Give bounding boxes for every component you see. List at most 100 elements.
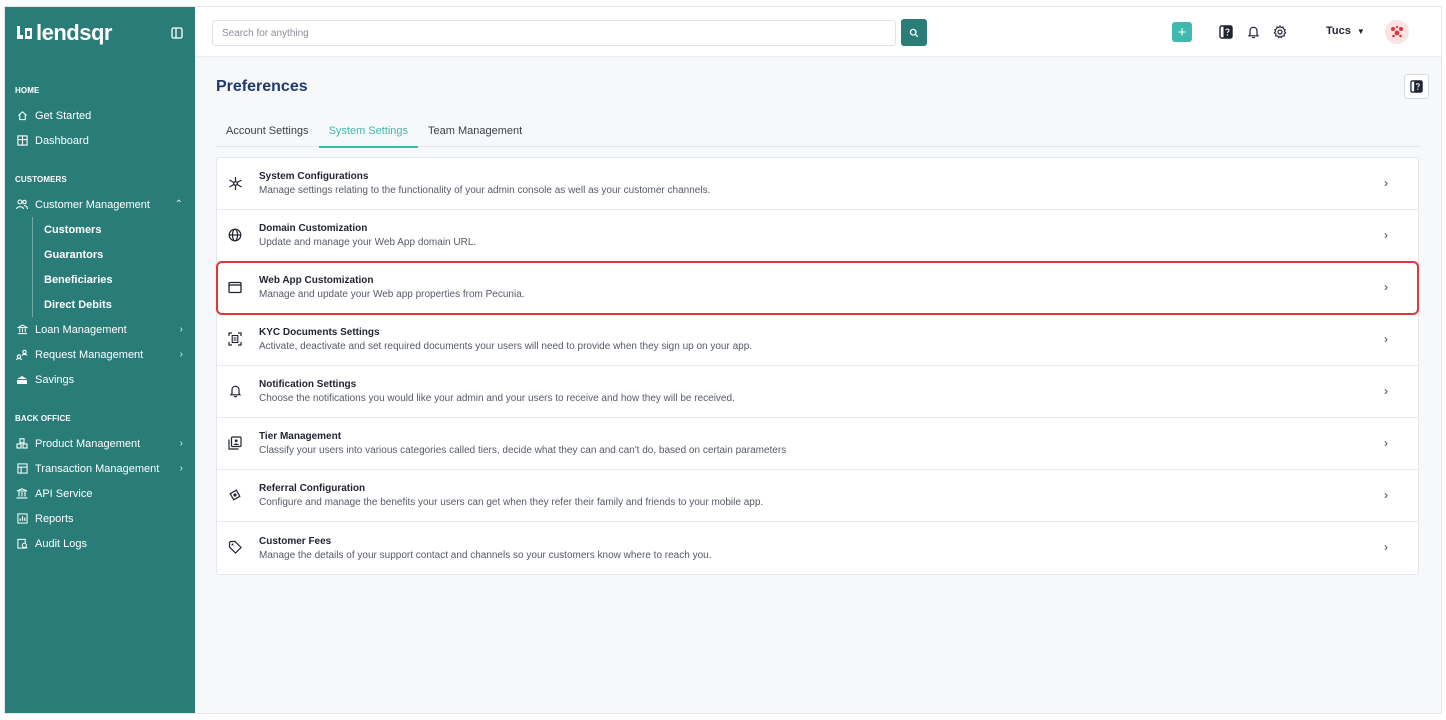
row-description: Configure and manage the benefits your u… (259, 497, 764, 508)
sidebar-subitem-direct-debits[interactable]: Direct Debits (5, 292, 195, 317)
chevron-right-icon: › (1384, 332, 1388, 346)
sidebar-subitem-beneficiaries[interactable]: Beneficiaries (5, 267, 195, 292)
sidebar-item-product-management[interactable]: Product Management › (5, 431, 195, 456)
savings-icon (15, 373, 29, 387)
sidebar-item-label: Savings (35, 373, 75, 386)
add-button[interactable]: + (1172, 22, 1192, 42)
settings-button[interactable] (1270, 22, 1290, 42)
sidebar-item-label: Request Management (35, 348, 144, 361)
section-label-back-office: BACK OFFICE (15, 414, 71, 423)
home-icon (15, 109, 29, 123)
section-label-customers: CUSTOMERS (15, 175, 67, 184)
page-help-button[interactable] (1404, 74, 1429, 99)
row-title: KYC Documents Settings (259, 327, 380, 338)
settings-row-tier-management[interactable]: Tier Management Classify your users into… (217, 418, 1418, 470)
page-title: Preferences (216, 78, 308, 95)
main-content: Preferences Account Settings System Sett… (195, 57, 1441, 713)
sidebar: lendsqr HOME Get Started Dashboard CUSTO… (5, 7, 195, 713)
row-text: Tier Management Classify your users into… (259, 431, 786, 456)
chevron-right-icon: › (1384, 540, 1388, 554)
row-description: Choose the notifications you would like … (259, 393, 735, 404)
user-name: Tucs (1326, 25, 1351, 37)
gear-icon (1273, 25, 1287, 39)
row-text: Customer Fees Manage the details of your… (259, 536, 711, 561)
chevron-right-icon: › (1384, 228, 1388, 242)
document-scan-icon (227, 331, 243, 347)
sidebar-item-label: Transaction Management (35, 462, 160, 475)
tab-account-settings[interactable]: Account Settings (216, 125, 319, 147)
sidebar-item-label: Reports (35, 512, 74, 525)
sidebar-item-label: Audit Logs (35, 537, 87, 550)
tab-system-settings[interactable]: System Settings (318, 125, 419, 148)
sidebar-item-loan-management[interactable]: Loan Management › (5, 317, 195, 342)
settings-row-kyc-documents-settings[interactable]: KYC Documents Settings Activate, deactiv… (217, 314, 1418, 366)
sidebar-item-get-started[interactable]: Get Started (5, 103, 195, 128)
section-label-home: HOME (15, 86, 40, 95)
settings-row-customer-fees[interactable]: Customer Fees Manage the details of your… (217, 522, 1418, 574)
help-button[interactable] (1216, 22, 1236, 42)
row-title: Tier Management (259, 431, 342, 442)
row-description: Activate, deactivate and set required do… (259, 341, 753, 352)
chevron-right-icon: › (179, 438, 183, 449)
sidebar-item-dashboard[interactable]: Dashboard (5, 128, 195, 153)
settings-row-domain-customization[interactable]: Domain Customization Update and manage y… (217, 210, 1418, 262)
sidebar-subitem-guarantors[interactable]: Guarantors (5, 242, 195, 267)
sidebar-item-customer-management[interactable]: Customer Management ⌃ (5, 192, 195, 217)
chevron-right-icon: › (1384, 176, 1388, 190)
settings-row-notification-settings[interactable]: Notification Settings Choose the notific… (217, 366, 1418, 418)
sidebar-item-label: Get Started (35, 109, 92, 122)
row-text: Web App Customization Manage and update … (259, 275, 525, 300)
sidebar-item-label: Dashboard (35, 134, 89, 147)
product-icon (15, 437, 29, 451)
search-input[interactable]: Search for anything (212, 20, 896, 46)
tag-icon (227, 539, 243, 555)
notifications-button[interactable] (1243, 22, 1263, 42)
avatar[interactable] (1385, 20, 1409, 44)
sidebar-collapse-icon[interactable] (170, 26, 184, 40)
row-description: Update and manage your Web App domain UR… (259, 237, 477, 248)
sidebar-item-audit-logs[interactable]: Audit Logs (5, 531, 195, 556)
row-description: Manage and update your Web app propertie… (259, 289, 525, 300)
bell-icon (227, 383, 243, 399)
sidebar-subitem-customers[interactable]: Customers (5, 217, 195, 242)
row-description: Manage the details of your support conta… (259, 549, 712, 561)
avatar-image (1391, 25, 1403, 38)
sidebar-item-api-service[interactable]: API Service (5, 481, 195, 506)
row-description: Manage settings relating to the function… (259, 185, 711, 196)
caret-down-icon: ▼ (1356, 26, 1365, 36)
help-icon (1219, 25, 1233, 39)
sidebar-item-savings[interactable]: Savings (5, 367, 195, 392)
settings-row-web-app-customization[interactable]: Web App Customization Manage and update … (216, 261, 1419, 315)
settings-row-referral-configuration[interactable]: Referral Configuration Configure and man… (217, 470, 1418, 522)
bell-icon (1247, 26, 1259, 39)
tab-team-management[interactable]: Team Management (418, 125, 532, 147)
row-title: Web App Customization (259, 275, 374, 286)
row-text: KYC Documents Settings Activate, deactiv… (259, 327, 752, 352)
users-icon (15, 198, 29, 212)
row-text: Referral Configuration Configure and man… (259, 483, 763, 508)
settings-list: System Configurations Manage settings re… (216, 157, 1419, 575)
row-description: Classify your users into various categor… (259, 445, 787, 456)
sidebar-item-request-management[interactable]: Request Management › (5, 342, 195, 367)
sidebar-item-transaction-management[interactable]: Transaction Management › (5, 456, 195, 481)
api-icon (15, 487, 29, 501)
row-title: Notification Settings (259, 379, 357, 390)
logo-row: lendsqr (5, 7, 195, 59)
layers-icon (227, 435, 243, 451)
sidebar-item-label: Customer Management (35, 198, 150, 211)
row-title: Referral Configuration (259, 483, 366, 494)
network-icon (227, 175, 243, 191)
customer-management-submenu: Customers Guarantors Beneficiaries Direc… (5, 217, 195, 317)
brand-mark-icon (17, 26, 32, 39)
preferences-tabs: Account Settings System Settings Team Ma… (216, 125, 1421, 148)
chevron-right-icon: › (1384, 384, 1388, 398)
search-button[interactable] (901, 19, 927, 46)
transaction-icon (15, 462, 29, 476)
sidebar-item-reports[interactable]: Reports (5, 506, 195, 531)
referral-icon (227, 487, 243, 503)
sidebar-item-label: API Service (35, 487, 93, 500)
chevron-up-icon: ⌃ (174, 199, 183, 210)
user-menu[interactable]: Tucs ▼ (1326, 25, 1365, 37)
brand-logo[interactable]: lendsqr (16, 20, 112, 46)
settings-row-system-configurations[interactable]: System Configurations Manage settings re… (217, 158, 1418, 210)
